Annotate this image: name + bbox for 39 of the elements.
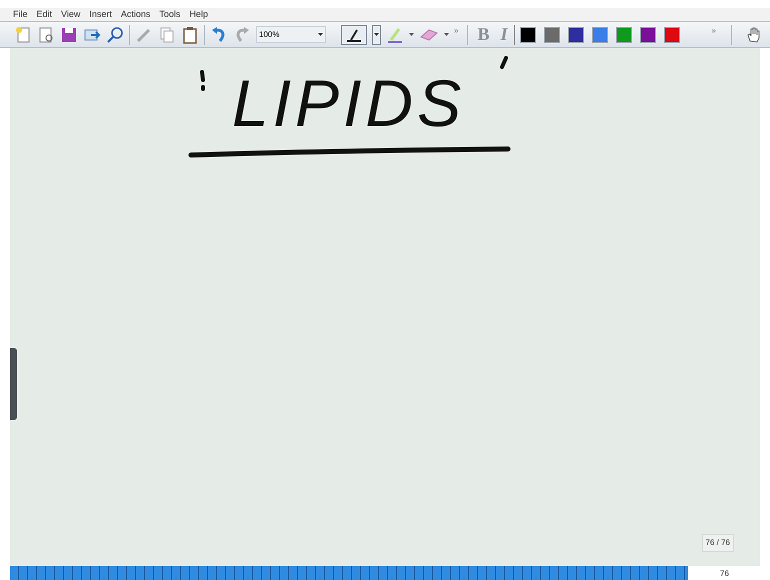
menu-item[interactable]: Actions [120,8,150,22]
dropdown-button[interactable] [372,24,381,44]
menu-item[interactable]: File [13,8,28,22]
menu-item[interactable]: Tools [159,8,180,22]
pen-icon [345,28,363,42]
color-swatch[interactable] [544,26,560,42]
ink-mark [498,56,510,70]
zoom-value: 100% [259,28,280,40]
color-swatch[interactable] [664,26,680,42]
search-icon[interactable] [106,26,124,44]
color-swatch[interactable] [592,26,608,42]
page-number: 76 [720,568,729,580]
color-swatch[interactable] [520,26,536,42]
overflow-chevron[interactable]: » [454,25,458,37]
zoom-dropdown[interactable]: 100% [256,26,326,43]
highlighter-icon[interactable] [386,26,404,44]
document-icon[interactable] [37,26,55,44]
handwritten-title: LIPIDS [232,70,466,136]
save-icon[interactable] [60,26,78,44]
page-indicator: 76 / 76 [702,534,734,552]
new-page-icon[interactable] [14,26,32,44]
color-swatch[interactable] [616,26,632,42]
caret-icon[interactable] [444,33,449,36]
page-scroll-bar[interactable] [10,566,688,580]
color-swatch[interactable] [568,26,584,42]
color-swatch[interactable] [640,26,656,42]
caret-icon [318,33,323,36]
overflow-chevron[interactable]: » [711,25,716,37]
ink-mark [198,70,208,92]
menu-item[interactable]: Insert [89,8,112,22]
eraser-icon[interactable] [419,28,439,42]
menu-item[interactable]: Help [189,8,208,22]
menu-item[interactable]: View [61,8,80,22]
menu-item[interactable]: Edit [36,8,52,22]
caret-icon [374,33,379,36]
clipboard-icon[interactable] [181,26,199,44]
pen-button[interactable] [341,24,367,44]
caret-icon[interactable] [409,33,414,36]
note-canvas[interactable]: LIPIDS 76 / 76 [10,48,760,566]
